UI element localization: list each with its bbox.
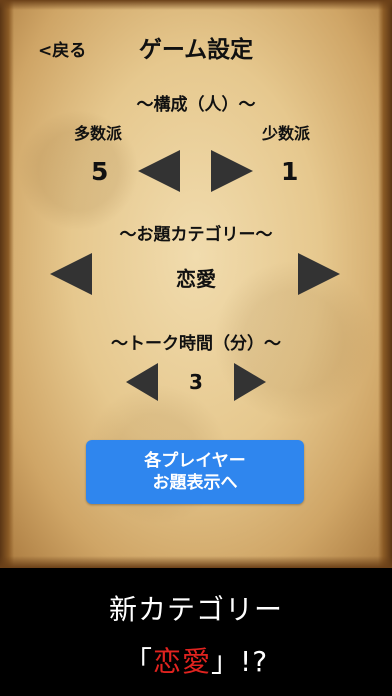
category-right-arrow-icon[interactable] xyxy=(298,253,340,295)
banner-bracket-close: 」!? xyxy=(210,645,269,678)
button-line2: お題表示へ xyxy=(152,473,238,493)
composition-right-arrow-icon[interactable] xyxy=(211,150,253,192)
banner-line2: 「恋愛」!? xyxy=(0,640,392,680)
banner-line1: 新カテゴリー xyxy=(108,593,283,626)
minority-count: 1 xyxy=(281,157,299,186)
talk-time-value: 3 xyxy=(189,370,203,394)
majority-label: 多数派 xyxy=(74,124,123,143)
page-title: ゲーム設定 xyxy=(138,37,254,63)
torn-edge-top xyxy=(0,0,392,10)
minority-label: 少数派 xyxy=(262,124,311,143)
banner-highlight: 恋愛 xyxy=(152,645,211,678)
talk-time-right-arrow-icon[interactable] xyxy=(234,363,266,401)
button-line1: 各プレイヤー xyxy=(144,451,246,471)
category-heading: 〜お題カテゴリー〜 xyxy=(119,225,273,245)
composition-heading: 〜構成（人）〜 xyxy=(136,95,256,115)
torn-edge-bottom xyxy=(0,556,392,568)
majority-count: 5 xyxy=(91,157,109,186)
show-topics-button[interactable]: 各プレイヤー お題表示へ xyxy=(86,440,304,504)
talk-time-heading: 〜トーク時間（分）〜 xyxy=(111,334,281,354)
banner-bracket-open: 「 xyxy=(123,645,153,678)
parchment-background: <戻る ゲーム設定 〜構成（人）〜 多数派 少数派 5 1 〜お題カテゴリー〜 … xyxy=(0,0,392,568)
composition-left-arrow-icon[interactable] xyxy=(138,150,180,192)
